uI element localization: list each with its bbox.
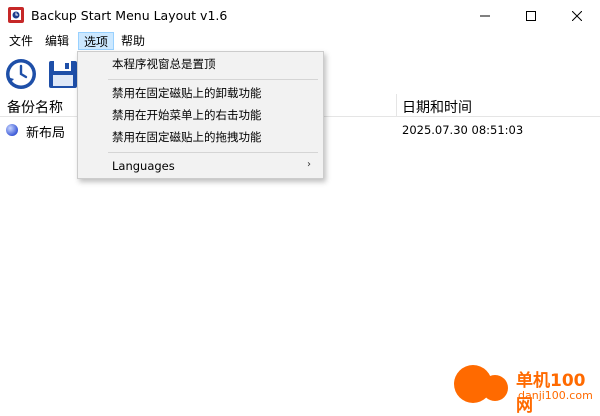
menu-bar: 文件 编辑 选项 帮助 — [0, 31, 600, 51]
title-bar: Backup Start Menu Layout v1.6 — [0, 0, 600, 31]
maximize-icon — [526, 10, 536, 21]
options-dropdown-menu: 本程序视窗总是置顶 禁用在固定磁贴上的卸载功能 禁用在开始菜单上的右击功能 禁用… — [77, 51, 324, 179]
menu-help[interactable]: 帮助 — [118, 32, 148, 50]
menu-item-disable-unpin[interactable]: 禁用在固定磁贴上的卸载功能 — [112, 83, 262, 103]
minimize-icon — [480, 15, 490, 16]
menu-file[interactable]: 文件 — [8, 32, 34, 50]
clock-restore-icon — [6, 59, 36, 89]
menu-item-always-on-top[interactable]: 本程序视窗总是置顶 — [112, 54, 216, 74]
watermark-logo: 单机100网 danji100.com — [454, 362, 600, 416]
watermark-circle-icon — [482, 375, 508, 401]
save-button[interactable] — [46, 57, 80, 91]
column-date-time[interactable]: 日期和时间 — [402, 97, 472, 117]
restore-button[interactable] — [4, 57, 38, 91]
window-title: Backup Start Menu Layout v1.6 — [31, 8, 228, 23]
maximize-button[interactable] — [508, 0, 554, 31]
column-backup-name[interactable]: 备份名称 — [7, 97, 63, 117]
app-icon — [8, 7, 24, 23]
backup-item-icon — [6, 124, 18, 136]
close-icon — [572, 10, 582, 21]
close-button[interactable] — [554, 0, 600, 31]
menu-item-languages[interactable]: Languages — [112, 156, 175, 176]
menu-edit[interactable]: 编辑 — [42, 32, 72, 50]
backup-name: 新布局 — [26, 126, 66, 141]
floppy-save-icon — [49, 61, 77, 88]
menu-item-disable-drag[interactable]: 禁用在固定磁贴上的拖拽功能 — [112, 127, 262, 147]
menu-options[interactable]: 选项 — [78, 32, 114, 50]
menu-item-disable-right-click[interactable]: 禁用在开始菜单上的右击功能 — [112, 105, 262, 125]
column-divider[interactable] — [396, 94, 397, 116]
backup-date: 2025.07.30 08:51:03 — [402, 123, 524, 137]
watermark-url: danji100.com — [518, 389, 593, 402]
menu-separator — [108, 79, 318, 80]
menu-separator — [108, 152, 318, 153]
minimize-button[interactable] — [462, 0, 508, 31]
submenu-arrow-icon: › — [307, 159, 311, 170]
